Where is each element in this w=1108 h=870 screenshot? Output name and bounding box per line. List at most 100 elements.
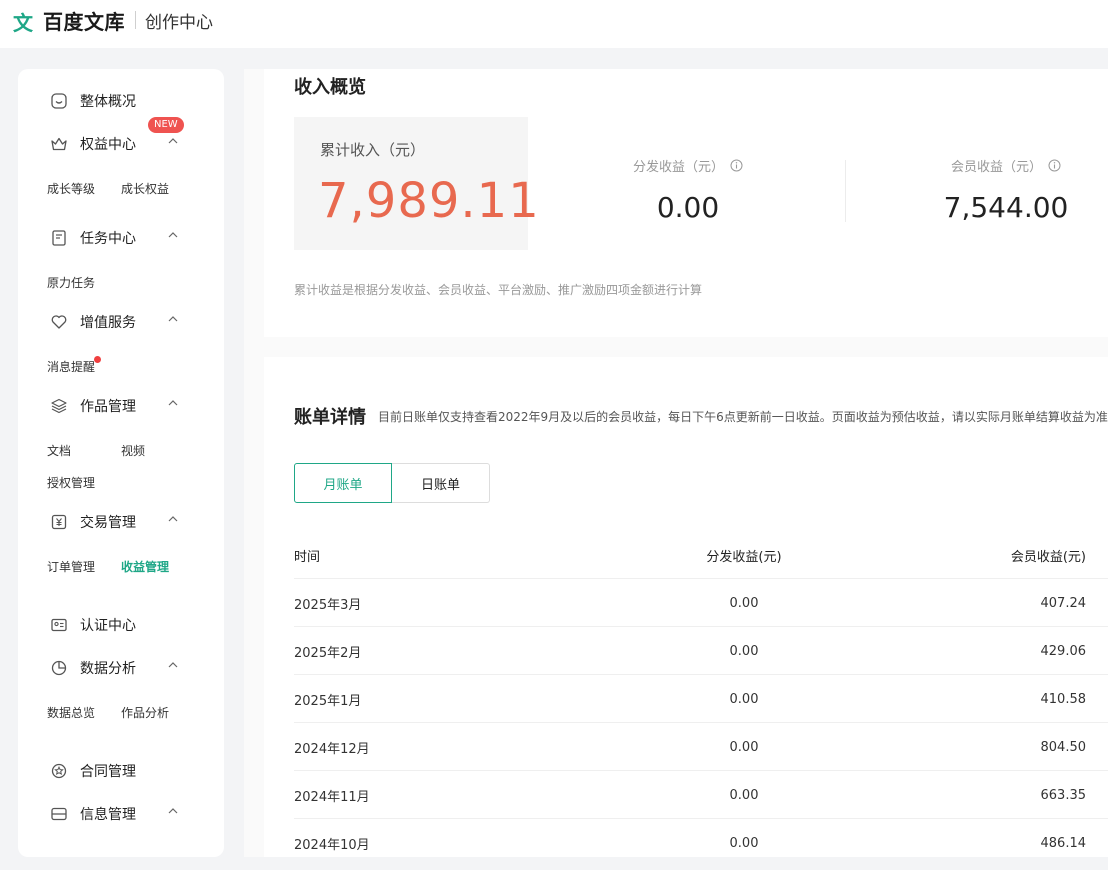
income-note: 累计收益是根据分发收益、会员收益、平台激励、推广激励四项金额进行计算 — [294, 283, 703, 297]
chevron-up-icon[interactable] — [166, 396, 180, 410]
chevron-up-icon[interactable] — [166, 228, 180, 242]
cell-distribution: 0.00 — [729, 787, 759, 803]
bill-description: 目前日账单仅支持查看2022年9月及以后的会员收益，每日下午6点更新前一日收益。… — [378, 410, 1108, 424]
income-overview-title: 收入概览 — [294, 77, 366, 98]
id-card-icon — [51, 618, 67, 632]
table-row: 2024年12月 0.00 804.50 — [294, 722, 1108, 770]
cell-time: 2025年2月 — [294, 645, 362, 661]
sidebar-item-growth-rights[interactable]: 成长权益 — [121, 180, 169, 197]
logo-icon[interactable]: 文 — [13, 7, 33, 36]
sidebar-item-works-analysis[interactable]: 作品分析 — [121, 704, 169, 721]
member-income-value: 7,544.00 — [943, 191, 1069, 224]
sidebar: 整体概况 权益中心 NEW 成长等级 成长权益 任务中心 原力任务 增值服务 消… — [18, 69, 224, 857]
sidebar-item-growth-level[interactable]: 成长等级 — [47, 180, 95, 197]
layers-icon — [51, 398, 67, 414]
new-badge: NEW — [148, 117, 184, 133]
sidebar-item-authorization[interactable]: 授权管理 — [47, 474, 95, 491]
crown-icon — [51, 137, 67, 151]
tab-monthly[interactable]: 月账单 — [294, 463, 392, 503]
distribution-income-stat: 分发收益（元） 0.00 — [598, 156, 778, 224]
nav-data-analysis[interactable]: 数据分析 — [18, 656, 224, 680]
brand-name[interactable]: 百度文库 — [43, 6, 125, 35]
cell-distribution: 0.00 — [729, 643, 759, 659]
cell-distribution: 0.00 — [729, 691, 759, 707]
cell-time: 2024年12月 — [294, 741, 370, 757]
nav-contract-mgmt[interactable]: 合同管理 — [18, 759, 224, 783]
chevron-up-icon[interactable] — [166, 658, 180, 672]
cell-time: 2025年3月 — [294, 597, 362, 613]
table-header: 时间 分发收益(元) 会员收益(元) — [294, 531, 1108, 579]
cell-distribution: 0.00 — [729, 739, 759, 755]
cell-member: 407.24 — [1040, 595, 1087, 611]
table-row: 2025年1月 0.00 410.58 — [294, 674, 1108, 722]
cell-member: 410.58 — [1040, 691, 1087, 707]
cell-time: 2025年1月 — [294, 693, 362, 709]
total-income-label: 累计收入（元） — [320, 141, 426, 159]
cell-time: 2024年11月 — [294, 789, 370, 805]
seal-icon — [51, 763, 67, 779]
cell-distribution: 0.00 — [729, 835, 759, 851]
member-income-label: 会员收益（元） — [950, 160, 1042, 175]
column-header-distribution: 分发收益(元) — [706, 549, 782, 565]
notification-dot — [94, 356, 101, 363]
total-income-value: 7,989.11 — [318, 173, 540, 229]
table-row: 2024年11月 0.00 663.35 — [294, 770, 1108, 818]
chevron-up-icon[interactable] — [166, 512, 180, 526]
sidebar-item-data-overview[interactable]: 数据总览 — [47, 704, 95, 721]
cell-time: 2024年10月 — [294, 837, 370, 853]
nav-rights-center[interactable]: 权益中心 — [18, 132, 224, 156]
top-bar: 文 百度文库 创作中心 — [0, 0, 1108, 48]
sidebar-item-message-alert[interactable]: 消息提醒 — [47, 358, 95, 375]
sidebar-item-yuanli-task[interactable]: 原力任务 — [47, 274, 95, 291]
sidebar-item-video[interactable]: 视频 — [121, 442, 145, 459]
nav-task-center-label: 任务中心 — [80, 231, 136, 247]
member-income-label-row: 会员收益（元） — [916, 156, 1096, 175]
distribution-income-label: 分发收益（元） — [632, 160, 724, 175]
nav-works-mgmt-label: 作品管理 — [80, 399, 136, 415]
nav-value-added-label: 增值服务 — [80, 315, 136, 331]
sidebar-item-doc[interactable]: 文档 — [47, 442, 71, 459]
table-row: 2025年3月 0.00 407.24 — [294, 578, 1108, 626]
info-icon[interactable] — [1048, 159, 1061, 172]
nav-certification-label: 认证中心 — [80, 618, 136, 634]
table-row: 2025年2月 0.00 429.06 — [294, 626, 1108, 674]
chevron-up-icon[interactable] — [166, 312, 180, 326]
nav-certification[interactable]: 认证中心 — [18, 613, 224, 637]
nav-info-mgmt[interactable]: 信息管理 — [18, 802, 224, 826]
brand-subtitle[interactable]: 创作中心 — [145, 8, 213, 33]
sidebar-item-income-mgmt[interactable]: 收益管理 — [121, 558, 169, 575]
nav-contract-mgmt-label: 合同管理 — [80, 764, 136, 780]
nav-value-added[interactable]: 增值服务 — [18, 310, 224, 334]
nav-overview-label: 整体概况 — [80, 94, 136, 110]
nav-overview[interactable]: 整体概况 — [18, 89, 224, 113]
nav-rights-center-label: 权益中心 — [80, 137, 136, 153]
cell-member: 429.06 — [1040, 643, 1087, 659]
tab-daily[interactable]: 日账单 — [392, 463, 490, 503]
cell-member: 486.14 — [1040, 835, 1087, 851]
pie-chart-icon — [51, 660, 67, 676]
column-header-member: 会员收益(元) — [1010, 549, 1086, 565]
bill-tabs: 月账单 日账单 — [294, 463, 490, 503]
inbox-icon — [51, 807, 67, 821]
stat-divider — [845, 160, 846, 222]
column-header-time: 时间 — [294, 549, 321, 565]
overview-icon — [51, 93, 67, 109]
cell-member: 663.35 — [1040, 787, 1087, 803]
chevron-up-icon[interactable] — [166, 134, 180, 148]
cell-member: 804.50 — [1040, 739, 1087, 755]
nav-trade-mgmt[interactable]: 交易管理 — [18, 510, 224, 534]
bill-detail-title: 账单详情 — [294, 407, 366, 428]
sidebar-item-order-mgmt[interactable]: 订单管理 — [47, 558, 95, 575]
nav-task-center[interactable]: 任务中心 — [18, 226, 224, 250]
nav-info-mgmt-label: 信息管理 — [80, 807, 136, 823]
nav-trade-mgmt-label: 交易管理 — [80, 515, 136, 531]
brand-divider — [135, 11, 136, 29]
task-icon — [52, 230, 66, 246]
nav-works-mgmt[interactable]: 作品管理 — [18, 394, 224, 418]
heart-icon — [51, 315, 67, 329]
yen-icon — [51, 514, 67, 530]
info-icon[interactable] — [730, 159, 743, 172]
chevron-up-icon[interactable] — [166, 804, 180, 818]
member-income-stat: 会员收益（元） 7,544.00 — [916, 156, 1096, 224]
cell-distribution: 0.00 — [729, 595, 759, 611]
